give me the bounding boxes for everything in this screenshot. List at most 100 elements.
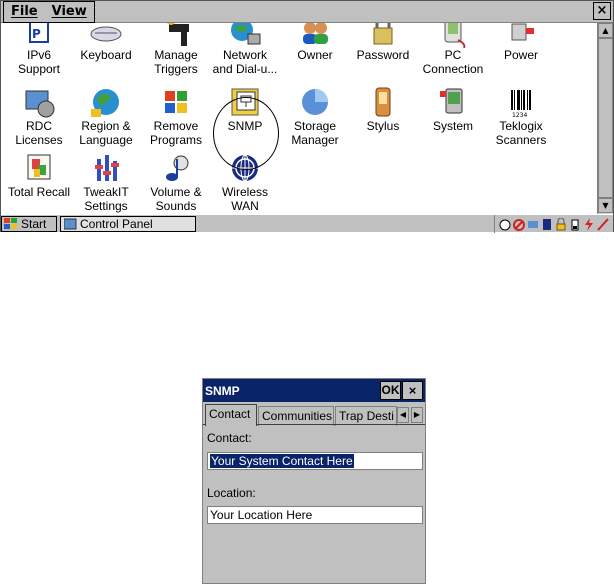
cp-label: IPv6 bbox=[26, 48, 51, 62]
cp-item-remove-programs[interactable]: Remove Programs bbox=[138, 85, 214, 147]
dialog-tabs: Contact Communities Trap Desti ◀ ▶ bbox=[203, 404, 425, 426]
cp-label: Programs bbox=[149, 133, 202, 147]
menu-view[interactable]: View bbox=[45, 2, 94, 22]
cp-label: and Dial-u... bbox=[212, 62, 278, 76]
pen-icon[interactable] bbox=[597, 217, 609, 231]
cp-item-power[interactable]: Power bbox=[483, 23, 559, 63]
cp-label: Settings bbox=[84, 199, 128, 213]
cp-item-region-language[interactable]: Region & Language bbox=[68, 85, 144, 147]
contact-label: Contact: bbox=[207, 431, 252, 445]
start-button[interactable]: Start bbox=[1, 215, 57, 232]
cp-label: Sounds bbox=[155, 199, 197, 213]
network-tray-icon[interactable] bbox=[499, 218, 511, 231]
cp-label: Teklogix bbox=[499, 119, 543, 133]
cp-item-tweakit[interactable]: TweakIT Settings bbox=[68, 151, 144, 213]
cp-label: Volume & bbox=[150, 185, 202, 199]
scroll-up-icon[interactable]: ▲ bbox=[598, 23, 613, 38]
snmp-icon bbox=[228, 85, 262, 119]
cp-label: Owner bbox=[297, 48, 333, 62]
task-label: Control Panel bbox=[80, 216, 153, 231]
cp-label: Network bbox=[222, 48, 267, 62]
tab-communities[interactable]: Communities bbox=[258, 406, 334, 426]
svg-text:1234: 1234 bbox=[512, 112, 527, 119]
cp-item-password[interactable]: Password bbox=[345, 23, 421, 63]
cp-item-keyboard[interactable]: Keyboard bbox=[68, 23, 144, 63]
cp-label: PC bbox=[444, 48, 462, 62]
tweakit-icon bbox=[89, 151, 123, 185]
control-panel-icons: P IPv6 Support Keyboard Manage Triggers bbox=[1, 23, 597, 214]
cp-item-ipv6[interactable]: P IPv6 Support bbox=[1, 23, 77, 76]
menu-group: File View bbox=[3, 0, 95, 23]
scroll-down-icon[interactable]: ▼ bbox=[598, 198, 613, 213]
location-field[interactable]: Your Location Here bbox=[207, 506, 423, 524]
cp-label: Support bbox=[17, 62, 61, 76]
system-icon bbox=[436, 85, 470, 119]
device-icon[interactable] bbox=[541, 218, 553, 231]
wireless-icon bbox=[228, 151, 262, 185]
dialog-titlebar: SNMP OK × bbox=[203, 379, 425, 402]
location-value: Your Location Here bbox=[210, 508, 313, 522]
cp-item-snmp[interactable]: SNMP bbox=[207, 85, 283, 134]
cp-item-teklogix-scanners[interactable]: 1234 Teklogix Scanners bbox=[483, 85, 559, 147]
contact-tab-panel: Contact: Your System Contact Here Locati… bbox=[203, 424, 425, 584]
contact-value: Your System Contact Here bbox=[210, 454, 354, 468]
ok-button[interactable]: OK bbox=[380, 381, 401, 400]
volume-icon bbox=[159, 151, 193, 185]
cp-item-network[interactable]: Network and Dial-u... bbox=[207, 23, 283, 76]
globe-icon bbox=[89, 85, 123, 119]
taskbar-control-panel[interactable]: Control Panel bbox=[60, 215, 196, 232]
cp-item-storage-manager[interactable]: Storage Manager bbox=[277, 85, 353, 147]
taskbar: Start Control Panel bbox=[1, 214, 613, 233]
cp-item-volume-sounds[interactable]: Volume & Sounds bbox=[138, 151, 214, 213]
battery-icon[interactable] bbox=[569, 218, 581, 231]
connection-icon[interactable] bbox=[527, 218, 539, 231]
dialog-close-button[interactable]: × bbox=[402, 381, 423, 400]
snmp-dialog: SNMP OK × Contact Communities Trap Desti… bbox=[202, 378, 426, 584]
storage-icon bbox=[298, 85, 332, 119]
tab-scroll-left-icon[interactable]: ◀ bbox=[397, 407, 409, 423]
pc-connection-icon bbox=[436, 23, 470, 49]
cp-label: Triggers bbox=[154, 62, 198, 76]
menu-file[interactable]: File bbox=[4, 2, 45, 22]
cp-item-owner[interactable]: Owner bbox=[277, 23, 353, 63]
keyboard-icon bbox=[89, 23, 123, 48]
power-icon bbox=[504, 23, 538, 48]
dialog-title: SNMP bbox=[205, 383, 240, 398]
contact-field[interactable]: Your System Contact Here bbox=[207, 452, 423, 470]
vertical-scrollbar[interactable]: ▲ ▼ bbox=[597, 23, 613, 214]
cp-label: Wireless bbox=[221, 185, 268, 199]
cp-label: Language bbox=[79, 133, 133, 147]
window-close-button[interactable]: × bbox=[593, 2, 611, 20]
total-recall-icon bbox=[22, 151, 56, 185]
cp-item-system[interactable]: System bbox=[415, 85, 491, 134]
power-bolt-icon[interactable] bbox=[583, 217, 595, 231]
cp-label: Manager bbox=[291, 133, 339, 147]
tab-trap-destinations[interactable]: Trap Desti bbox=[335, 406, 397, 426]
screen: File View × P IPv6 Support Keyboard Mana… bbox=[0, 0, 614, 584]
svg-text:P: P bbox=[32, 27, 41, 41]
cp-item-wireless-wan[interactable]: Wireless WAN bbox=[207, 151, 283, 213]
system-tray bbox=[494, 215, 613, 233]
cp-label: Password bbox=[356, 48, 410, 62]
menu-bar: File View × bbox=[1, 0, 613, 23]
scroll-thumb[interactable] bbox=[598, 38, 613, 198]
ipv6-icon: P bbox=[22, 23, 56, 48]
no-signal-icon[interactable] bbox=[513, 218, 525, 231]
cp-item-stylus[interactable]: Stylus bbox=[345, 85, 421, 134]
cp-item-total-recall[interactable]: Total Recall bbox=[1, 151, 77, 200]
cp-label: Keyboard bbox=[80, 48, 132, 62]
owner-icon bbox=[298, 23, 332, 48]
cp-label: Licenses bbox=[15, 133, 63, 147]
tab-scroll-right-icon[interactable]: ▶ bbox=[411, 407, 423, 423]
cp-item-rdc-licenses[interactable]: RDC Licenses bbox=[1, 85, 77, 147]
cp-label: Total Recall bbox=[7, 185, 71, 199]
cp-label: RDC bbox=[26, 119, 52, 133]
password-icon bbox=[366, 23, 400, 48]
control-panel-window: File View × P IPv6 Support Keyboard Mana… bbox=[0, 0, 614, 233]
cp-label: SNMP bbox=[227, 119, 263, 133]
start-label: Start bbox=[21, 216, 47, 231]
cp-item-manage-triggers[interactable]: Manage Triggers bbox=[138, 23, 214, 76]
lock-icon[interactable] bbox=[555, 217, 567, 231]
tab-contact[interactable]: Contact bbox=[205, 404, 257, 426]
cp-item-pc-connection[interactable]: PC Connection bbox=[415, 23, 491, 76]
